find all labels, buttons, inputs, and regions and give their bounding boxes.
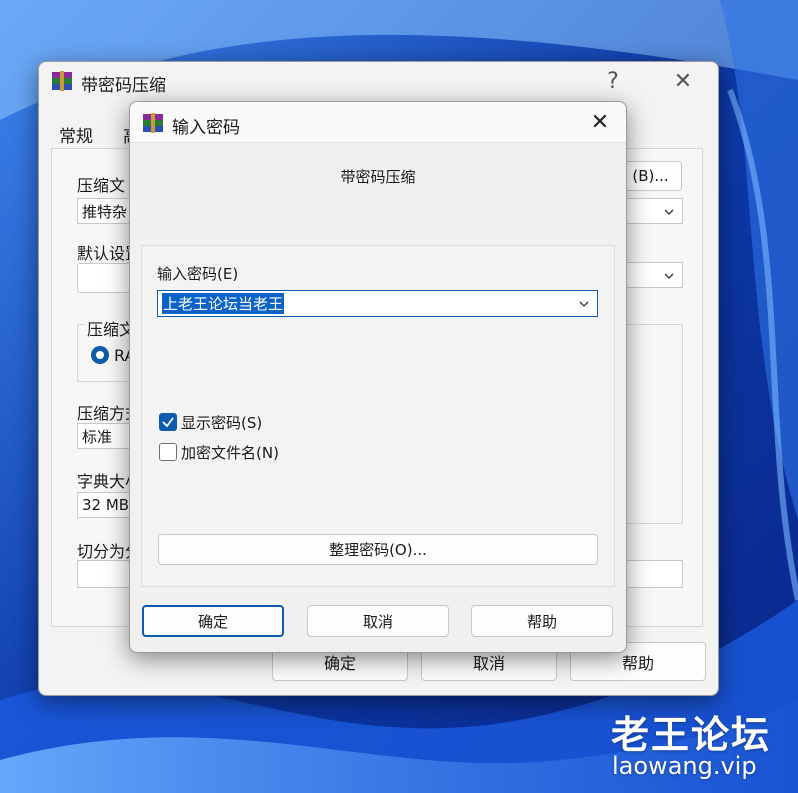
organize-passwords-button[interactable]: 整理密码(O)... — [158, 534, 598, 565]
password-ok-button[interactable]: 确定 — [142, 605, 284, 637]
password-label: 输入密码(E) — [157, 265, 239, 283]
method-field[interactable]: 标准 — [77, 423, 137, 449]
close-icon[interactable]: ✕ — [588, 111, 612, 135]
split-field-right[interactable] — [623, 560, 683, 588]
browse-button[interactable]: (B)... — [619, 161, 682, 191]
watermark-title: 老王论坛 — [611, 713, 772, 757]
options-group — [623, 324, 683, 524]
encrypt-names-label: 加密文件名(N) — [181, 444, 279, 462]
rar-radio[interactable] — [91, 346, 109, 364]
password-dialog-title: 输入密码 — [172, 118, 240, 138]
profile-combo-right[interactable] — [623, 262, 683, 288]
checkmark-icon — [162, 417, 174, 428]
close-icon[interactable]: ✕ — [671, 70, 695, 94]
winrar-icon — [52, 71, 72, 91]
show-password-label: 显示密码(S) — [181, 414, 263, 432]
password-help-button[interactable]: 帮助 — [471, 605, 613, 637]
profile-field[interactable] — [77, 263, 137, 293]
split-field[interactable] — [77, 560, 137, 588]
chevron-down-icon — [664, 273, 674, 279]
tab-general[interactable]: 常规 — [59, 122, 93, 147]
archive-dialog-title: 带密码压缩 — [81, 76, 166, 96]
archive-name-label: 压缩文 — [77, 176, 126, 195]
password-dialog-subtitle: 带密码压缩 — [340, 168, 416, 186]
chevron-down-icon — [664, 209, 674, 215]
encrypt-names-checkbox[interactable] — [159, 443, 177, 461]
archive-dialog-titlebar: 带密码压缩 ? ✕ — [39, 62, 718, 102]
password-input-value: 上老王论坛当老王 — [162, 293, 285, 314]
dictionary-field[interactable]: 32 MB — [77, 492, 137, 518]
password-cancel-button[interactable]: 取消 — [307, 605, 449, 637]
winrar-icon — [143, 113, 163, 133]
watermark-url: laowang.vip — [612, 752, 757, 780]
archive-name-combo-right[interactable] — [623, 198, 683, 224]
password-dialog-titlebar: 输入密码 ✕ — [130, 102, 626, 143]
show-password-checkbox[interactable] — [159, 413, 177, 431]
password-input[interactable]: 上老王论坛当老王 — [157, 290, 598, 317]
help-icon[interactable]: ? — [603, 70, 623, 94]
chevron-down-icon[interactable] — [579, 299, 589, 309]
password-dialog: 输入密码 ✕ 带密码压缩 输入密码(E) 上老王论坛当老王 显示密码(S) 加密… — [129, 101, 627, 653]
archive-name-field[interactable]: 推特杂 — [77, 198, 137, 224]
